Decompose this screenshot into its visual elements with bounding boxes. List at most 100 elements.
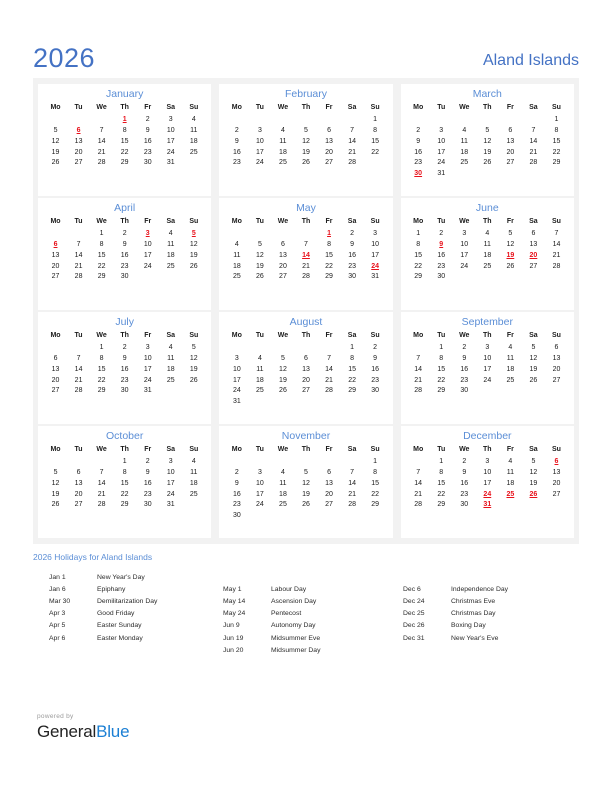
day-cell[interactable]: 7 — [67, 239, 90, 250]
day-cell[interactable]: 11 — [182, 467, 205, 478]
day-cell[interactable]: 12 — [44, 478, 67, 489]
day-cell[interactable]: 3 — [248, 125, 271, 136]
day-cell[interactable]: 11 — [271, 136, 294, 147]
day-cell[interactable]: 6 — [318, 125, 341, 136]
day-cell[interactable]: 11 — [499, 353, 522, 364]
day-cell[interactable]: 8 — [407, 239, 430, 250]
day-cell[interactable]: 30 — [113, 386, 136, 397]
day-cell[interactable]: 8 — [90, 353, 113, 364]
day-cell[interactable]: 2 — [113, 228, 136, 239]
day-cell[interactable]: 16 — [113, 364, 136, 375]
day-cell[interactable]: 21 — [90, 489, 113, 500]
day-cell[interactable]: 23 — [453, 489, 476, 500]
day-cell[interactable]: 18 — [248, 375, 271, 386]
day-cell[interactable]: 17 — [453, 250, 476, 261]
day-cell[interactable]: 18 — [453, 147, 476, 158]
day-cell-holiday[interactable]: 9 — [430, 239, 453, 250]
day-cell[interactable]: 2 — [136, 114, 159, 125]
day-cell[interactable]: 26 — [499, 261, 522, 272]
day-cell[interactable]: 13 — [499, 136, 522, 147]
day-cell[interactable]: 19 — [182, 250, 205, 261]
day-cell[interactable]: 23 — [364, 375, 387, 386]
day-cell[interactable]: 4 — [271, 125, 294, 136]
day-cell[interactable]: 4 — [225, 239, 248, 250]
day-cell[interactable]: 30 — [113, 272, 136, 283]
day-cell[interactable]: 5 — [522, 456, 545, 467]
day-cell[interactable]: 16 — [407, 147, 430, 158]
day-cell[interactable]: 8 — [364, 467, 387, 478]
day-cell[interactable]: 11 — [499, 467, 522, 478]
day-cell[interactable]: 3 — [136, 342, 159, 353]
day-cell[interactable]: 20 — [545, 478, 568, 489]
day-cell[interactable]: 14 — [522, 136, 545, 147]
day-cell[interactable]: 30 — [136, 158, 159, 169]
day-cell[interactable]: 26 — [294, 500, 317, 511]
day-cell[interactable]: 9 — [113, 239, 136, 250]
day-cell[interactable]: 30 — [453, 500, 476, 511]
day-cell[interactable]: 7 — [545, 228, 568, 239]
day-cell[interactable]: 17 — [476, 478, 499, 489]
day-cell[interactable]: 29 — [364, 500, 387, 511]
day-cell-holiday[interactable]: 5 — [182, 228, 205, 239]
day-cell[interactable]: 21 — [407, 489, 430, 500]
day-cell[interactable]: 16 — [453, 364, 476, 375]
day-cell-holiday[interactable]: 19 — [499, 250, 522, 261]
day-cell[interactable]: 20 — [318, 489, 341, 500]
day-cell[interactable]: 23 — [136, 489, 159, 500]
day-cell[interactable]: 22 — [113, 489, 136, 500]
day-cell[interactable]: 27 — [44, 272, 67, 283]
day-cell[interactable]: 12 — [499, 239, 522, 250]
day-cell[interactable]: 12 — [294, 136, 317, 147]
day-cell[interactable]: 21 — [67, 375, 90, 386]
day-cell-holiday[interactable]: 3 — [136, 228, 159, 239]
day-cell[interactable]: 28 — [522, 158, 545, 169]
day-cell[interactable]: 24 — [248, 158, 271, 169]
day-cell[interactable]: 15 — [341, 364, 364, 375]
day-cell[interactable]: 13 — [318, 478, 341, 489]
day-cell[interactable]: 10 — [159, 125, 182, 136]
day-cell[interactable]: 14 — [341, 136, 364, 147]
day-cell[interactable]: 13 — [522, 239, 545, 250]
day-cell[interactable]: 8 — [430, 467, 453, 478]
day-cell[interactable]: 23 — [453, 375, 476, 386]
day-cell[interactable]: 20 — [67, 489, 90, 500]
day-cell-holiday[interactable]: 6 — [545, 456, 568, 467]
day-cell[interactable]: 20 — [44, 375, 67, 386]
day-cell[interactable]: 20 — [271, 261, 294, 272]
day-cell[interactable]: 29 — [318, 272, 341, 283]
day-cell[interactable]: 17 — [430, 147, 453, 158]
day-cell[interactable]: 8 — [364, 125, 387, 136]
day-cell[interactable]: 17 — [136, 364, 159, 375]
day-cell[interactable]: 5 — [294, 467, 317, 478]
day-cell[interactable]: 5 — [499, 228, 522, 239]
day-cell[interactable]: 27 — [294, 386, 317, 397]
day-cell[interactable]: 14 — [90, 136, 113, 147]
day-cell[interactable]: 19 — [44, 147, 67, 158]
day-cell-holiday[interactable]: 25 — [499, 489, 522, 500]
day-cell[interactable]: 3 — [476, 342, 499, 353]
day-cell[interactable]: 22 — [407, 261, 430, 272]
day-cell[interactable]: 5 — [271, 353, 294, 364]
day-cell[interactable]: 14 — [67, 250, 90, 261]
day-cell[interactable]: 20 — [318, 147, 341, 158]
day-cell[interactable]: 8 — [90, 239, 113, 250]
day-cell[interactable]: 4 — [159, 228, 182, 239]
day-cell[interactable]: 24 — [430, 158, 453, 169]
day-cell[interactable]: 19 — [44, 489, 67, 500]
day-cell[interactable]: 30 — [341, 272, 364, 283]
day-cell[interactable]: 10 — [159, 467, 182, 478]
day-cell[interactable]: 12 — [522, 353, 545, 364]
day-cell[interactable]: 16 — [225, 147, 248, 158]
day-cell[interactable]: 10 — [476, 467, 499, 478]
day-cell[interactable]: 9 — [225, 478, 248, 489]
day-cell[interactable]: 21 — [90, 147, 113, 158]
day-cell[interactable]: 13 — [44, 250, 67, 261]
day-cell[interactable]: 10 — [248, 136, 271, 147]
day-cell[interactable]: 7 — [294, 239, 317, 250]
day-cell[interactable]: 30 — [225, 511, 248, 522]
day-cell[interactable]: 28 — [545, 261, 568, 272]
day-cell[interactable]: 24 — [225, 386, 248, 397]
day-cell[interactable]: 2 — [113, 342, 136, 353]
day-cell[interactable]: 25 — [182, 147, 205, 158]
day-cell[interactable]: 1 — [90, 342, 113, 353]
